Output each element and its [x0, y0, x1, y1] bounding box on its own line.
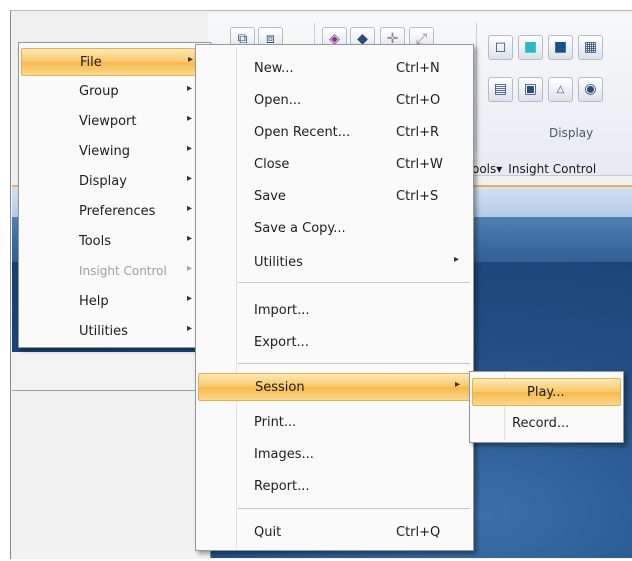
menu-item-label: Open Recent... — [254, 125, 351, 140]
tab-insight-control[interactable]: Insight Control — [508, 162, 596, 176]
menu-item-quit[interactable]: Quit Ctrl+Q — [198, 519, 471, 547]
menu-divider — [238, 282, 470, 283]
menu-item-play[interactable]: Play... — [472, 378, 621, 406]
menu-item-record[interactable]: Record... — [472, 410, 621, 438]
menu-divider — [238, 508, 470, 509]
menu-item-label: Session — [255, 380, 305, 395]
menu-item-help[interactable]: Help ▸ — [21, 288, 208, 316]
menu-item-label: Group — [79, 84, 119, 99]
menu-item-label: Images... — [254, 447, 314, 462]
menu-item-file[interactable]: File ▸ — [21, 48, 208, 76]
submenu-arrow-icon: ▸ — [187, 323, 193, 334]
ribbon-tab-strip: ools▾ Insight Control — [472, 162, 632, 184]
main-menu: File ▸ Group ▸ Viewport ▸ Viewing ▸ Disp… — [18, 42, 211, 348]
submenu-arrow-icon: ▸ — [187, 173, 193, 184]
menu-item-open-recent[interactable]: Open Recent... Ctrl+R — [198, 119, 471, 147]
grid-icon[interactable]: ▦ — [578, 35, 603, 60]
file-submenu: New... Ctrl+N Open... Ctrl+O Open Recent… — [195, 44, 474, 551]
menu-item-label: New... — [254, 61, 294, 76]
menu-item-insight-control: Insight Control ▸ — [21, 258, 208, 286]
menu-item-label: Quit — [254, 525, 282, 540]
menu-item-report[interactable]: Report... — [198, 473, 471, 501]
menu-item-utilities[interactable]: Utilities ▸ — [21, 318, 208, 346]
submenu-arrow-icon: ▸ — [187, 233, 193, 244]
solid-cube-icon[interactable]: ■ — [548, 35, 573, 60]
menu-item-label: Preferences — [79, 204, 156, 219]
menu-item-utilities-sub[interactable]: Utilities ▸ — [198, 249, 471, 277]
menu-item-open[interactable]: Open... Ctrl+O — [198, 87, 471, 115]
menu-item-label: Utilities — [254, 255, 303, 270]
menu-item-label: Tools — [79, 234, 112, 249]
tile-icon[interactable]: ▣ — [518, 77, 543, 102]
menu-item-label: Record... — [512, 416, 570, 431]
submenu-arrow-icon: ▸ — [187, 203, 193, 214]
menu-item-import[interactable]: Import... — [198, 297, 471, 325]
menu-item-shortcut: Ctrl+O — [396, 93, 441, 108]
menu-divider — [238, 363, 470, 364]
menu-item-label: Utilities — [79, 324, 128, 339]
menu-item-shortcut: Ctrl+S — [396, 189, 439, 204]
menu-item-shortcut: Ctrl+N — [396, 61, 440, 76]
menu-item-shortcut: Ctrl+Q — [396, 525, 441, 540]
menu-item-images[interactable]: Images... — [198, 441, 471, 469]
submenu-arrow-icon: ▸ — [187, 83, 193, 94]
menu-item-label: Import... — [254, 303, 310, 318]
left-panel-header — [12, 352, 210, 391]
menu-item-new[interactable]: New... Ctrl+N — [198, 55, 471, 83]
session-submenu: Play... Record... — [469, 371, 624, 443]
submenu-arrow-icon: ▸ — [188, 54, 194, 65]
menu-item-label: Close — [254, 157, 290, 172]
submenu-arrow-icon: ▸ — [455, 379, 461, 390]
menu-item-label: Help — [79, 294, 109, 309]
menu-item-save[interactable]: Save Ctrl+S — [198, 183, 471, 211]
menu-item-label: File — [80, 55, 102, 70]
ribbon-group-label: Display — [549, 126, 594, 140]
tab-tools[interactable]: ools▾ — [472, 162, 502, 176]
menu-item-viewing[interactable]: Viewing ▸ — [21, 138, 208, 166]
menu-item-label: Export... — [254, 335, 309, 350]
submenu-arrow-icon: ▸ — [454, 254, 460, 265]
menu-item-label: Display — [79, 174, 127, 189]
menu-item-print[interactable]: Print... — [198, 409, 471, 437]
layout-icon[interactable]: ▤ — [488, 77, 513, 102]
submenu-arrow-icon: ▸ — [187, 293, 193, 304]
menu-item-save-a-copy[interactable]: Save a Copy... — [198, 215, 471, 243]
menu-item-shortcut: Ctrl+R — [396, 125, 440, 140]
menu-item-label: Save — [254, 189, 286, 204]
triangle-icon[interactable]: △ — [548, 77, 573, 102]
menu-item-label: Play... — [527, 385, 565, 400]
menu-item-display[interactable]: Display ▸ — [21, 168, 208, 196]
menu-item-label: Save a Copy... — [254, 221, 346, 236]
menu-item-preferences[interactable]: Preferences ▸ — [21, 198, 208, 226]
submenu-arrow-icon: ▸ — [187, 143, 193, 154]
sphere-icon[interactable]: ◉ — [578, 77, 603, 102]
ribbon-separator — [476, 23, 477, 153]
menu-item-label: Viewing — [79, 144, 130, 159]
menu-item-session[interactable]: Session ▸ — [198, 373, 471, 401]
wireframe-cube-icon[interactable]: ◻ — [488, 35, 513, 60]
menu-item-label: Insight Control — [79, 264, 167, 278]
menu-item-shortcut: Ctrl+W — [396, 157, 443, 172]
menu-item-label: Report... — [254, 479, 310, 494]
menu-item-label: Print... — [254, 415, 297, 430]
submenu-arrow-icon: ▸ — [187, 113, 193, 124]
menu-item-group[interactable]: Group ▸ — [21, 78, 208, 106]
cyan-cube-icon[interactable]: ■ — [518, 35, 543, 60]
menu-item-tools[interactable]: Tools ▸ — [21, 228, 208, 256]
menu-item-label: Viewport — [79, 114, 137, 129]
menu-item-close[interactable]: Close Ctrl+W — [198, 151, 471, 179]
menu-item-viewport[interactable]: Viewport ▸ — [21, 108, 208, 136]
menu-item-label: Open... — [254, 93, 302, 108]
submenu-arrow-icon: ▸ — [187, 263, 193, 274]
menu-item-export[interactable]: Export... — [198, 329, 471, 357]
